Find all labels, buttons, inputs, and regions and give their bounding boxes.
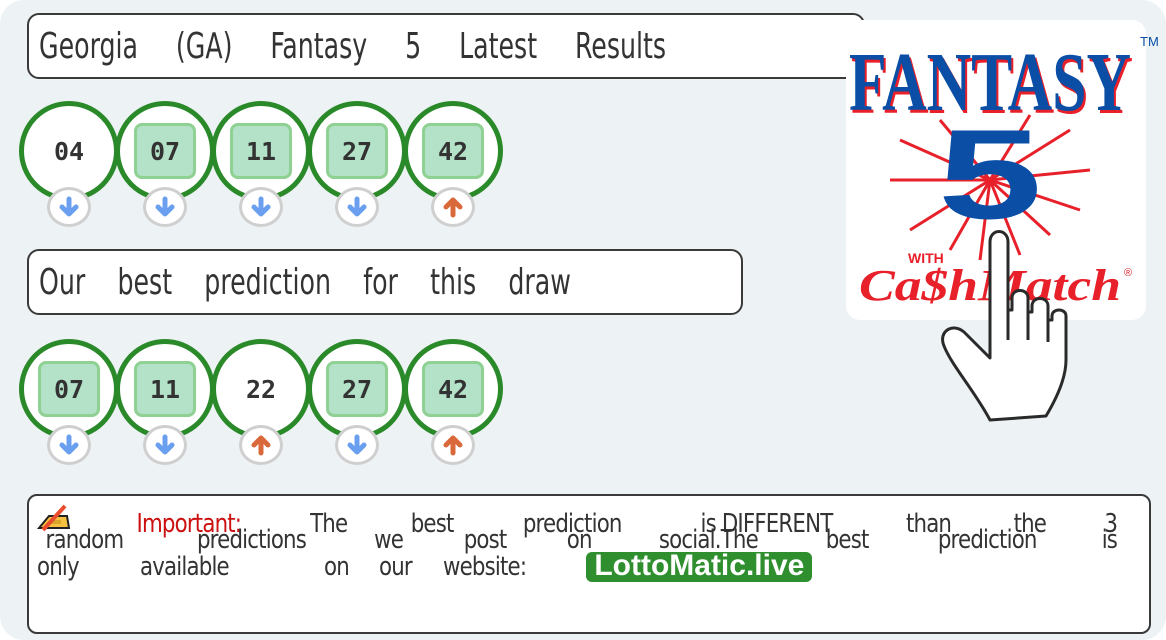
title-word: draw — [508, 261, 571, 303]
ball-number: 22 — [245, 374, 277, 404]
ball-number-matched: 07 — [134, 123, 196, 179]
logo-tm: TM — [1140, 34, 1159, 49]
notice-word: The — [310, 509, 348, 539]
number-ball: 27 — [307, 101, 407, 201]
notice-line-3: only available on our website: LottoMatic.liv… — [37, 551, 1119, 582]
title-word: for — [363, 261, 398, 303]
trend-down-icon — [335, 187, 379, 227]
hand-pointer-icon — [941, 230, 1068, 422]
notice-word: our — [378, 552, 413, 582]
ball-number-matched: 42 — [422, 123, 484, 179]
title-word: Georgia — [39, 25, 139, 67]
trend-up-icon — [431, 187, 475, 227]
notice-word: best — [410, 509, 454, 539]
ball-number-matched: 27 — [326, 361, 388, 417]
trend-down-icon — [143, 425, 187, 465]
title-word: 5 — [405, 25, 422, 67]
number-ball: 04 — [19, 101, 119, 201]
latest-results-balls: 04 07 11 27 42 — [19, 101, 539, 231]
latest-results-title: Georgia (GA) Fantasy 5 Latest Results — [27, 13, 865, 79]
trend-down-icon — [335, 425, 379, 465]
prediction-heading: Our best prediction for this draw — [39, 262, 587, 303]
title-word: Our — [39, 261, 86, 303]
number-ball: 42 — [403, 339, 503, 439]
ball-number-matched: 07 — [38, 361, 100, 417]
ball-number-matched: 11 — [230, 123, 292, 179]
notice-word: predictions — [196, 525, 307, 555]
number-ball: 07 — [19, 339, 119, 439]
notice-word: on — [567, 525, 593, 555]
trend-down-icon — [47, 425, 91, 465]
fantasy-5-logo[interactable]: FANTASY FANTASY TM 5 WITH Ca$hMatch ® — [846, 20, 1159, 422]
title-word: Results — [574, 25, 667, 67]
ball-number-matched: 42 — [422, 361, 484, 417]
ball-number: 04 — [53, 136, 85, 166]
prediction-balls: 07 11 22 27 42 — [19, 339, 539, 469]
notice-word: on — [324, 552, 350, 582]
number-ball: 22 — [211, 339, 311, 439]
title-word: Latest — [459, 25, 538, 67]
lottomatic-link[interactable]: LottoMatic.live — [586, 551, 813, 582]
ball-number-matched: 27 — [326, 123, 388, 179]
number-ball: 11 — [115, 339, 215, 439]
notice-word: random — [45, 525, 125, 555]
latest-results-heading: Georgia (GA) Fantasy 5 Latest Results — [39, 26, 682, 67]
notice-word: available — [140, 552, 230, 582]
title-word: best — [117, 261, 173, 303]
trend-up-icon — [431, 425, 475, 465]
logo-registered: ® — [1124, 267, 1132, 279]
number-ball: 07 — [115, 101, 215, 201]
trend-down-icon — [47, 187, 91, 227]
notice-word: best — [826, 525, 870, 555]
title-word: prediction — [204, 261, 332, 303]
title-word: this — [430, 261, 477, 303]
number-ball: 42 — [403, 101, 503, 201]
notice-word: prediction — [937, 525, 1037, 555]
number-ball: 27 — [307, 339, 407, 439]
notice-word: post — [463, 525, 508, 555]
trend-down-icon — [143, 187, 187, 227]
trend-down-icon — [239, 187, 283, 227]
title-word: Fantasy — [270, 25, 368, 67]
title-word: (GA) — [175, 25, 233, 67]
notice-line-2: random predictions we post on social.The best p… — [37, 525, 1119, 555]
number-ball: 11 — [211, 101, 311, 201]
fantasy-5-logo-art: FANTASY FANTASY TM 5 WITH Ca$hMatch ® — [849, 34, 1159, 422]
ball-number-matched: 11 — [134, 361, 196, 417]
notice-word: we — [374, 525, 404, 555]
important-notice: Important: The best prediction is DIFFERENT… — [27, 494, 1151, 634]
trend-up-icon — [239, 425, 283, 465]
notice-word: website: — [442, 552, 527, 582]
notice-word: is — [1101, 525, 1118, 555]
prediction-title: Our best prediction for this draw — [27, 249, 743, 315]
notice-word: only — [37, 552, 80, 582]
logo-number: 5 — [938, 103, 1042, 245]
notice-word: social.The — [658, 525, 759, 555]
